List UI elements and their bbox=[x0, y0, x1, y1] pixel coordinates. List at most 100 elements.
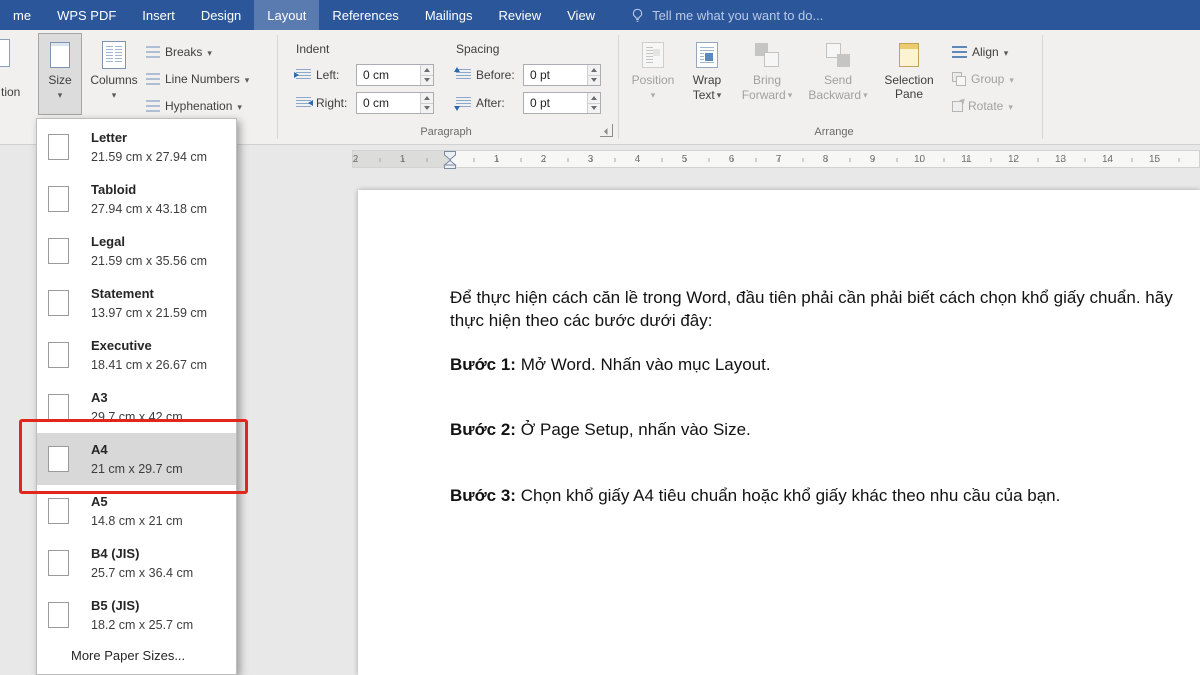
spacing-before-value: 0 pt bbox=[530, 68, 550, 82]
ruler-number: 5 bbox=[661, 151, 708, 167]
tell-me-search[interactable]: Tell me what you want to do... bbox=[630, 8, 823, 23]
align-icon bbox=[952, 46, 967, 59]
breaks-button[interactable]: Breaks bbox=[146, 41, 212, 63]
send-backward-button[interactable]: Send Backward bbox=[804, 33, 872, 115]
group-separator bbox=[277, 35, 278, 139]
paragraph: Bước 2: Ở Page Setup, nhấn vào Size. bbox=[450, 418, 1192, 441]
caret-down-icon bbox=[788, 87, 793, 102]
indent-left-input[interactable]: 0 cm bbox=[356, 64, 434, 86]
paper-size-name: Legal bbox=[91, 234, 207, 250]
rotate-icon bbox=[952, 101, 963, 112]
ribbon-tab[interactable]: WPS PDF bbox=[44, 0, 129, 30]
size-icon bbox=[50, 42, 70, 68]
ruler-number: 10 bbox=[896, 151, 943, 167]
more-paper-sizes-option[interactable]: More Paper Sizes... bbox=[37, 641, 236, 669]
paragraph: Để thực hiện cách căn lề trong Word, đầu… bbox=[450, 286, 1192, 333]
paper-size-option[interactable]: Statement 13.97 cm x 21.59 cm bbox=[37, 277, 236, 329]
orientation-button-partial[interactable]: tion bbox=[0, 33, 30, 115]
ruler-number: 7 bbox=[755, 151, 802, 167]
paper-page-icon bbox=[48, 394, 69, 420]
spinner-up-button[interactable] bbox=[588, 93, 600, 103]
ruler-number: 3 bbox=[567, 151, 614, 167]
paragraph-bold-prefix: Bước 3: bbox=[450, 486, 516, 505]
paper-size-name: A4 bbox=[91, 442, 183, 458]
selection-pane-label-2: Pane bbox=[895, 87, 923, 101]
paper-size-option[interactable]: A3 29.7 cm x 42 cm bbox=[37, 381, 236, 433]
bring-forward-label-2: Forward bbox=[742, 88, 786, 102]
ribbon-tab[interactable]: Layout bbox=[254, 0, 319, 30]
selection-pane-button[interactable]: Selection Pane bbox=[878, 33, 940, 115]
spinner-up-button[interactable] bbox=[421, 93, 433, 103]
ruler-number: 9 bbox=[849, 151, 896, 167]
caret-down-icon bbox=[237, 99, 242, 113]
paper-page-icon bbox=[48, 498, 69, 524]
ruler-number: 1 bbox=[379, 151, 426, 167]
spacing-before-icon bbox=[456, 69, 471, 81]
ribbon-tab[interactable]: References bbox=[319, 0, 411, 30]
paper-size-dimensions: 18.2 cm x 25.7 cm bbox=[91, 617, 193, 633]
rotate-button[interactable]: Rotate bbox=[952, 95, 1013, 117]
ribbon-tab[interactable]: Insert bbox=[129, 0, 188, 30]
paper-size-name: A3 bbox=[91, 390, 183, 406]
ruler-number: 15 bbox=[1131, 151, 1178, 167]
ribbon-tab[interactable]: Review bbox=[486, 0, 555, 30]
ribbon-tab[interactable]: Mailings bbox=[412, 0, 486, 30]
line-numbers-button[interactable]: Line Numbers bbox=[146, 68, 249, 90]
ribbon-tab[interactable]: View bbox=[554, 0, 608, 30]
paper-size-option[interactable]: B5 (JIS) 18.2 cm x 25.7 cm bbox=[37, 589, 236, 641]
size-button[interactable]: Size bbox=[38, 33, 82, 115]
size-button-label: Size bbox=[48, 73, 71, 87]
spinner-down-button[interactable] bbox=[421, 75, 433, 86]
page-break-icon bbox=[146, 46, 160, 59]
spinner-up-button[interactable] bbox=[588, 65, 600, 75]
spinner-down-button[interactable] bbox=[588, 75, 600, 86]
paragraph-bold-prefix: Bước 1: bbox=[450, 355, 516, 374]
wrap-text-button[interactable]: Wrap Text bbox=[682, 33, 732, 115]
ribbon-tab[interactable]: Design bbox=[188, 0, 254, 30]
align-button[interactable]: Align bbox=[952, 41, 1008, 63]
caret-down-icon bbox=[112, 87, 117, 102]
paragraph-text: Chọn khổ giấy A4 tiêu chuẩn hoặc khổ giấ… bbox=[516, 486, 1060, 505]
paper-size-option[interactable]: Legal 21.59 cm x 35.56 cm bbox=[37, 225, 236, 277]
caret-down-icon bbox=[1008, 99, 1013, 113]
send-backward-label-2: Backward bbox=[808, 88, 861, 102]
ruler-number: 1 bbox=[473, 151, 520, 167]
paper-size-option[interactable]: Executive 18.41 cm x 26.67 cm bbox=[37, 329, 236, 381]
align-label: Align bbox=[972, 45, 999, 59]
ruler-number: 4 bbox=[614, 151, 661, 167]
spacing-before-input[interactable]: 0 pt bbox=[523, 64, 601, 86]
caret-down-icon bbox=[717, 87, 722, 102]
spinner-down-button[interactable] bbox=[588, 103, 600, 114]
paper-size-option[interactable]: Letter 21.59 cm x 27.94 cm bbox=[37, 121, 236, 173]
wrap-text-label-2: Text bbox=[693, 88, 715, 102]
paper-page-icon bbox=[48, 342, 69, 368]
send-backward-icon bbox=[826, 43, 850, 67]
group-button[interactable]: Group bbox=[952, 68, 1014, 90]
bring-forward-button[interactable]: Bring Forward bbox=[736, 33, 798, 115]
hyphenation-label: Hyphenation bbox=[165, 99, 232, 113]
paper-size-option[interactable]: A4 21 cm x 29.7 cm bbox=[37, 433, 236, 485]
ruler-number: 14 bbox=[1084, 151, 1131, 167]
line-numbers-icon bbox=[146, 73, 160, 86]
paper-size-option[interactable]: Tabloid 27.94 cm x 43.18 cm bbox=[37, 173, 236, 225]
spinner-up-button[interactable] bbox=[421, 65, 433, 75]
document-page[interactable]: Để thực hiện cách căn lề trong Word, đầu… bbox=[358, 190, 1200, 675]
ribbon-tab-bar: me WPS PDF Insert Design Layout Referenc… bbox=[0, 0, 1200, 30]
paper-size-option[interactable]: B4 (JIS) 25.7 cm x 36.4 cm bbox=[37, 537, 236, 589]
orientation-icon-partial bbox=[0, 39, 10, 67]
position-button[interactable]: Position bbox=[628, 33, 678, 115]
paper-size-option[interactable]: A5 14.8 cm x 21 cm bbox=[37, 485, 236, 537]
spinner-down-button[interactable] bbox=[421, 103, 433, 114]
indent-markers-icon[interactable] bbox=[443, 151, 457, 174]
spacing-after-input[interactable]: 0 pt bbox=[523, 92, 601, 114]
columns-button[interactable]: Columns bbox=[88, 33, 140, 115]
caret-down-icon bbox=[863, 87, 868, 102]
hyphenation-button[interactable]: Hyphenation bbox=[146, 95, 242, 117]
spacing-group-title: Spacing bbox=[456, 42, 499, 56]
indent-right-input[interactable]: 0 cm bbox=[356, 92, 434, 114]
arrange-group-label: Arrange bbox=[628, 126, 1040, 138]
ribbon-tab[interactable]: me bbox=[0, 0, 44, 30]
paragraph-text: Mở Word. Nhấn vào mục Layout. bbox=[516, 355, 771, 374]
paragraph-dialog-launcher-icon[interactable] bbox=[600, 124, 613, 137]
group-label: Group bbox=[971, 72, 1004, 86]
